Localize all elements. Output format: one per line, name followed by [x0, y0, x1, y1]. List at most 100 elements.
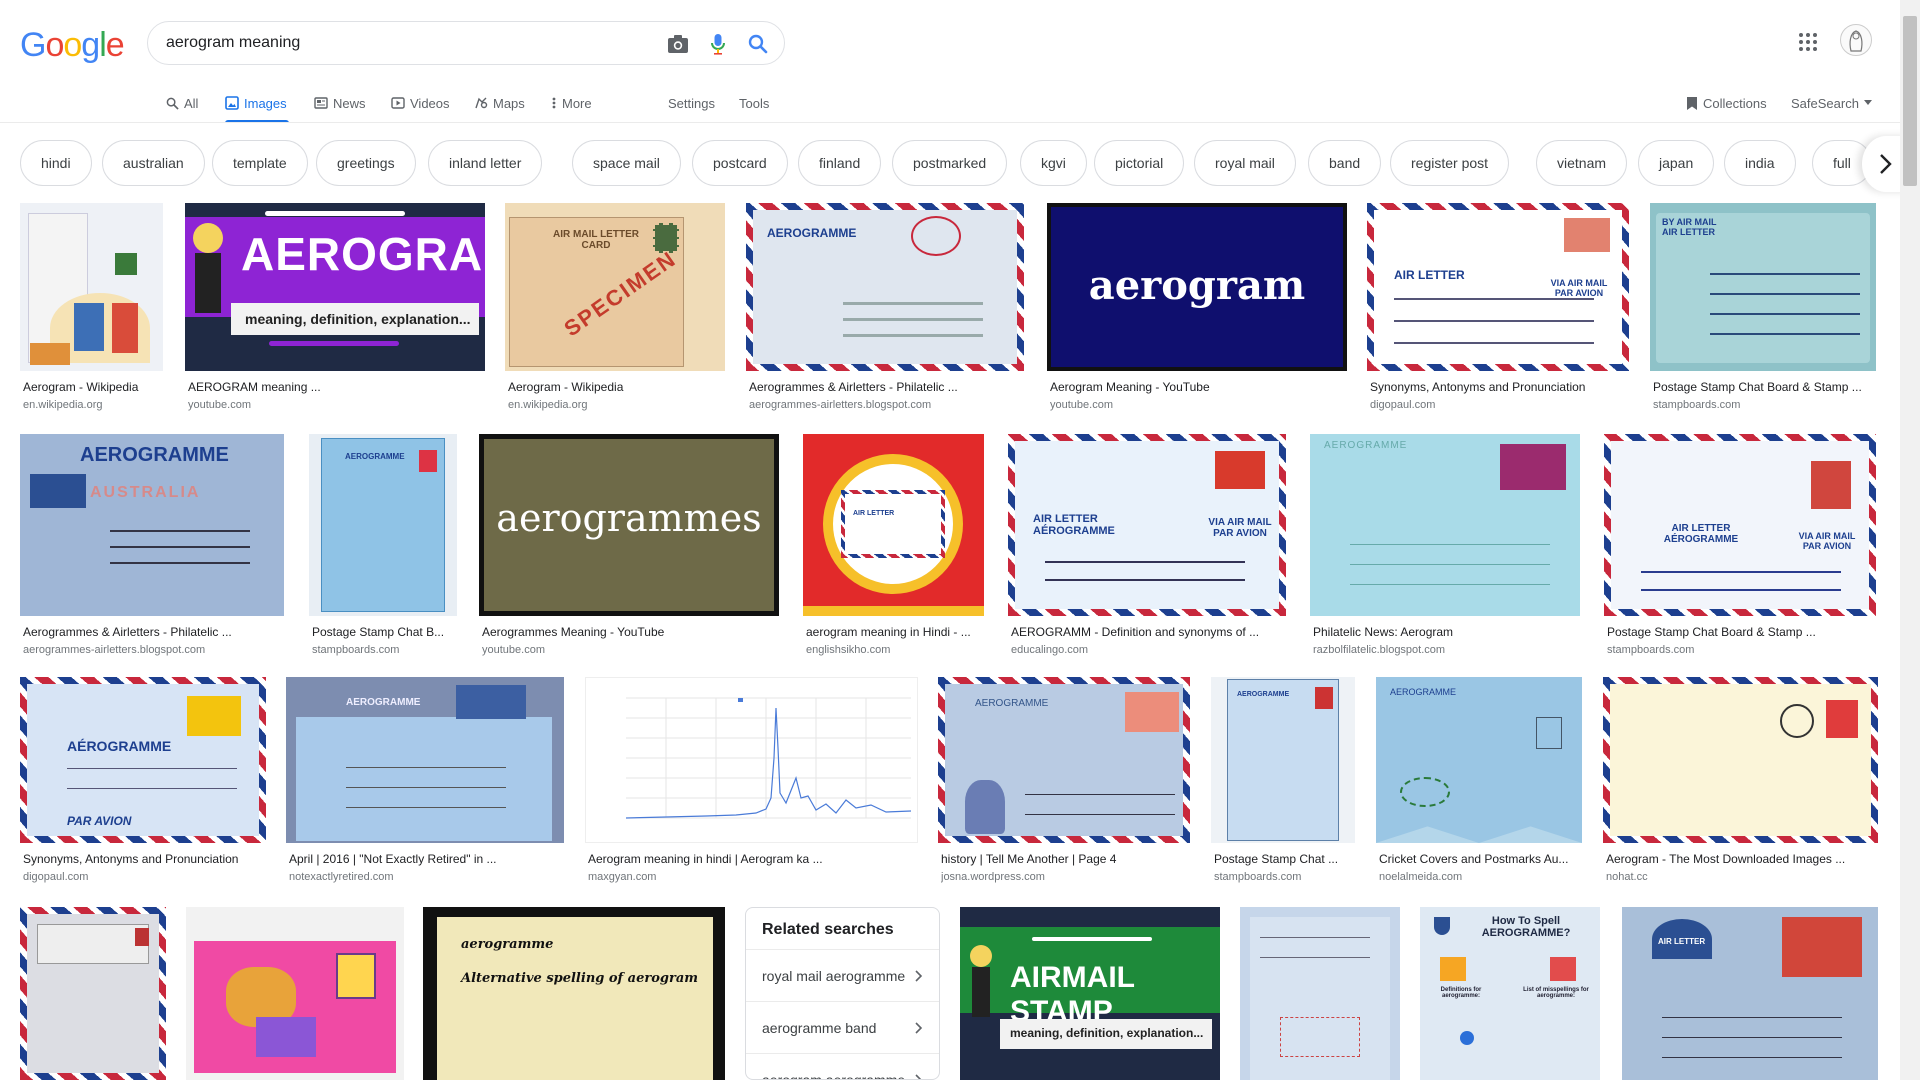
scrollbar-thumb[interactable] — [1903, 16, 1917, 186]
chip-space-mail[interactable]: space mail — [572, 140, 681, 186]
result-tile[interactable]: AIR LETTER — [1622, 907, 1878, 1080]
result-image[interactable]: How To Spell AEROGRAMME? Definitions for… — [1420, 907, 1600, 1080]
news-icon — [314, 97, 328, 109]
google-logo[interactable]: Google — [20, 26, 125, 65]
collections-button[interactable]: Collections — [1686, 84, 1767, 122]
apps-grid-icon[interactable] — [1796, 30, 1820, 54]
chip-pictorial[interactable]: pictorial — [1094, 140, 1185, 186]
chip-register-post[interactable]: register post — [1390, 140, 1510, 186]
result-tile[interactable] — [186, 907, 404, 1080]
chip-greetings[interactable]: greetings — [316, 140, 416, 186]
result-image[interactable]: AIR LETTER AÉROGRAMME VIA AIR MAIL PAR A… — [1604, 434, 1876, 616]
tab-maps[interactable]: Maps — [474, 84, 525, 122]
related-search-item[interactable]: aerogramme band — [746, 1001, 939, 1053]
result-tile[interactable]: How To Spell AEROGRAMME? Definitions for… — [1420, 907, 1600, 1080]
chevron-right-icon — [915, 1073, 922, 1079]
chip-japan[interactable]: japan — [1638, 140, 1715, 186]
result-tile[interactable]: AIR LETTER aerogram meaning in Hindi - .… — [803, 434, 984, 660]
result-tile[interactable]: AEROGRAMME Cricket Covers and Postmarks … — [1376, 677, 1582, 887]
result-image[interactable]: AIR LETTER — [1622, 907, 1878, 1080]
search-icon[interactable] — [746, 32, 770, 56]
related-search-item[interactable]: royal mail aerogramme — [746, 949, 939, 1001]
chip-hindi[interactable]: hindi — [20, 140, 92, 186]
result-image[interactable]: AEROGRAMME AUSTRALIA — [20, 434, 284, 616]
chip-postcard[interactable]: postcard — [692, 140, 788, 186]
tab-all[interactable]: All — [166, 84, 198, 122]
tab-settings[interactable]: Settings — [668, 84, 715, 122]
result-tile[interactable]: AEROGRAMME Postage Stamp Chat B... stamp… — [309, 434, 457, 660]
result-image[interactable]: AEROGRAMME — [1376, 677, 1582, 843]
safesearch-button[interactable]: SafeSearch — [1791, 84, 1872, 122]
chip-inland-letter[interactable]: inland letter — [428, 140, 543, 186]
tab-videos[interactable]: Videos — [391, 84, 450, 122]
chip-template[interactable]: template — [212, 140, 308, 186]
result-image[interactable]: aerogramme Alternative spelling of aerog… — [423, 907, 725, 1080]
result-tile[interactable]: Aerogram - Wikipedia en.wikipedia.org — [20, 203, 163, 413]
related-search-item[interactable]: aerogram aerogramme — [746, 1053, 939, 1079]
chip-kgvi[interactable]: kgvi — [1020, 140, 1087, 186]
result-tile[interactable]: AEROGRAMME April | 2016 | "Not Exactly R… — [286, 677, 564, 887]
camera-icon[interactable] — [666, 32, 690, 56]
result-tile[interactable]: Aerogram - The Most Downloaded Images ..… — [1603, 677, 1878, 887]
result-tile[interactable] — [1240, 907, 1400, 1080]
result-tile[interactable]: aerogram Aerogram Meaning - YouTube yout… — [1047, 203, 1347, 413]
result-tile[interactable] — [20, 907, 166, 1080]
result-tile[interactable]: AIR LETTER AÉROGRAMME VIA AIR MAIL PAR A… — [1008, 434, 1286, 660]
result-tile[interactable]: AIR LETTER AÉROGRAMME VIA AIR MAIL PAR A… — [1604, 434, 1876, 660]
result-tile[interactable]: AIR MAIL LETTER CARD SPECIMEN Aerogram -… — [505, 203, 725, 413]
result-tile[interactable]: AEROGRAMME AUSTRALIA Aerogrammes & Airle… — [20, 434, 284, 660]
result-image[interactable]: AEROGRAMME — [1211, 677, 1355, 843]
result-tile[interactable]: aerogrammes Aerogrammes Meaning - YouTub… — [479, 434, 779, 660]
result-image[interactable] — [585, 677, 918, 843]
chip-royal-mail[interactable]: royal mail — [1194, 140, 1296, 186]
mic-icon[interactable] — [706, 32, 730, 56]
chevron-right-icon — [1880, 154, 1892, 174]
result-tile[interactable]: AEROGRAMME Philatelic News: Aerogram raz… — [1310, 434, 1580, 660]
result-image[interactable] — [1603, 677, 1878, 843]
result-tile[interactable]: AIRMAIL STAMP meaning, definition, expla… — [960, 907, 1220, 1080]
result-tile[interactable]: AIR LETTER VIA AIR MAIL PAR AVION Synony… — [1367, 203, 1629, 413]
tab-news[interactable]: News — [314, 84, 366, 122]
chip-australian[interactable]: australian — [102, 140, 205, 186]
result-image[interactable]: AEROGRAM meaning, definition, explanatio… — [185, 203, 485, 371]
result-image[interactable]: AEROGRAMME — [1310, 434, 1580, 616]
chip-vietnam[interactable]: vietnam — [1536, 140, 1628, 186]
result-image[interactable]: AIR LETTER AÉROGRAMME VIA AIR MAIL PAR A… — [1008, 434, 1286, 616]
account-avatar[interactable] — [1840, 24, 1872, 56]
result-tile[interactable]: AEROGRAMME Aerogrammes & Airletters - Ph… — [746, 203, 1024, 413]
page-scrollbar[interactable] — [1900, 0, 1920, 1080]
chip-band[interactable]: band — [1308, 140, 1382, 186]
result-image[interactable]: AIR MAIL LETTER CARD SPECIMEN — [505, 203, 725, 371]
result-tile[interactable]: AEROGRAMME Postage Stamp Chat ... stampb… — [1211, 677, 1355, 887]
result-tile[interactable]: AÉROGRAMME PAR AVION Synonyms, Antonyms … — [20, 677, 266, 887]
chip-postmarked[interactable]: postmarked — [892, 140, 1008, 186]
chip-finland[interactable]: finland — [798, 140, 882, 186]
result-image[interactable]: AIR LETTER — [803, 434, 984, 616]
result-image[interactable] — [186, 907, 404, 1080]
result-tile[interactable]: BY AIR MAIL AIR LETTER Postage Stamp Cha… — [1650, 203, 1876, 413]
result-tile[interactable]: AEROGRAMME history | Tell Me Another | P… — [938, 677, 1190, 887]
result-image[interactable] — [20, 203, 163, 371]
result-image[interactable]: AEROGRAMME — [938, 677, 1190, 843]
result-image[interactable]: AIRMAIL STAMP meaning, definition, expla… — [960, 907, 1220, 1080]
bookmark-icon — [1687, 96, 1697, 110]
result-image[interactable]: AEROGRAMME — [286, 677, 564, 843]
result-tile[interactable]: Aerogram meaning in hindi | Aerogram ka … — [585, 677, 918, 887]
tab-images[interactable]: Images — [225, 84, 289, 123]
result-tile[interactable]: AEROGRAM meaning, definition, explanatio… — [185, 203, 485, 413]
result-tile[interactable]: aerogramme Alternative spelling of aerog… — [423, 907, 725, 1080]
result-image[interactable] — [20, 907, 166, 1080]
result-image[interactable]: aerogrammes — [479, 434, 779, 616]
chevron-right-icon — [915, 1021, 923, 1034]
result-image[interactable] — [1240, 907, 1400, 1080]
result-image[interactable]: aerogram — [1047, 203, 1347, 371]
chip-india[interactable]: india — [1724, 140, 1796, 186]
search-input[interactable] — [166, 30, 626, 56]
result-image[interactable]: AEROGRAMME — [309, 434, 457, 616]
result-image[interactable]: AEROGRAMME — [746, 203, 1024, 371]
result-image[interactable]: AÉROGRAMME PAR AVION — [20, 677, 266, 843]
result-image[interactable]: BY AIR MAIL AIR LETTER — [1650, 203, 1876, 371]
result-image[interactable]: AIR LETTER VIA AIR MAIL PAR AVION — [1367, 203, 1629, 371]
tab-more[interactable]: More — [551, 84, 592, 122]
tab-tools[interactable]: Tools — [739, 84, 769, 122]
